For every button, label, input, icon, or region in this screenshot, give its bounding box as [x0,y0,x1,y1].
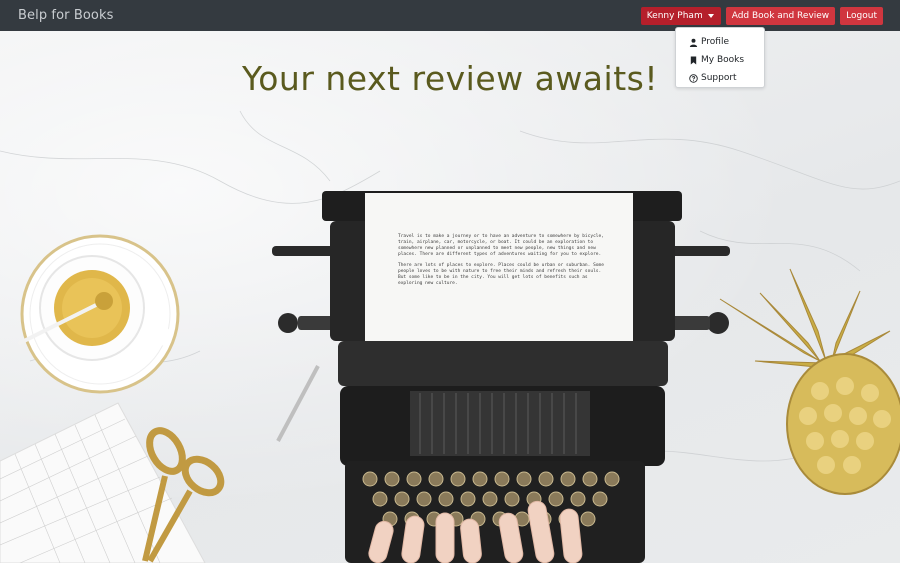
dropdown-item-support[interactable]: Support [676,69,764,87]
hero-banner: Your next review awaits! Travel is to ma… [0,31,900,563]
question-circle-icon [689,73,698,83]
navbar-actions: Kenny Pham Add Book and Review Logout [640,6,883,25]
typewriter-paper-text: Travel is to make a journey or to have a… [398,234,606,292]
top-navbar: Belp for Books Kenny Pham Add Book and R… [0,0,900,31]
user-menu-label: Kenny Pham [646,10,703,21]
person-icon [689,38,698,47]
dropdown-item-label: Profile [701,37,729,47]
user-menu-button[interactable]: Kenny Pham [640,6,721,25]
hero-headline: Your next review awaits! [241,59,659,98]
caret-down-icon [707,13,714,18]
hero-photo-illustration [0,110,900,563]
user-dropdown-menu: Profile My Books Support [675,27,765,88]
dropdown-item-profile[interactable]: Profile [676,33,764,51]
brand-link[interactable]: Belp for Books [18,8,113,23]
paper-paragraph: There are lots of places to explore. Pla… [398,263,604,286]
dropdown-item-label: My Books [701,55,745,65]
teacup-illustration [18,234,180,394]
dropdown-item-label: Support [701,73,737,83]
bookmark-icon [690,55,697,65]
notebook-illustration [0,402,206,563]
logout-button[interactable]: Logout [840,6,883,25]
dropdown-item-my-books[interactable]: My Books [676,51,764,69]
add-book-review-button[interactable]: Add Book and Review [725,6,836,25]
paper-paragraph: Travel is to make a journey or to have a… [398,234,604,257]
